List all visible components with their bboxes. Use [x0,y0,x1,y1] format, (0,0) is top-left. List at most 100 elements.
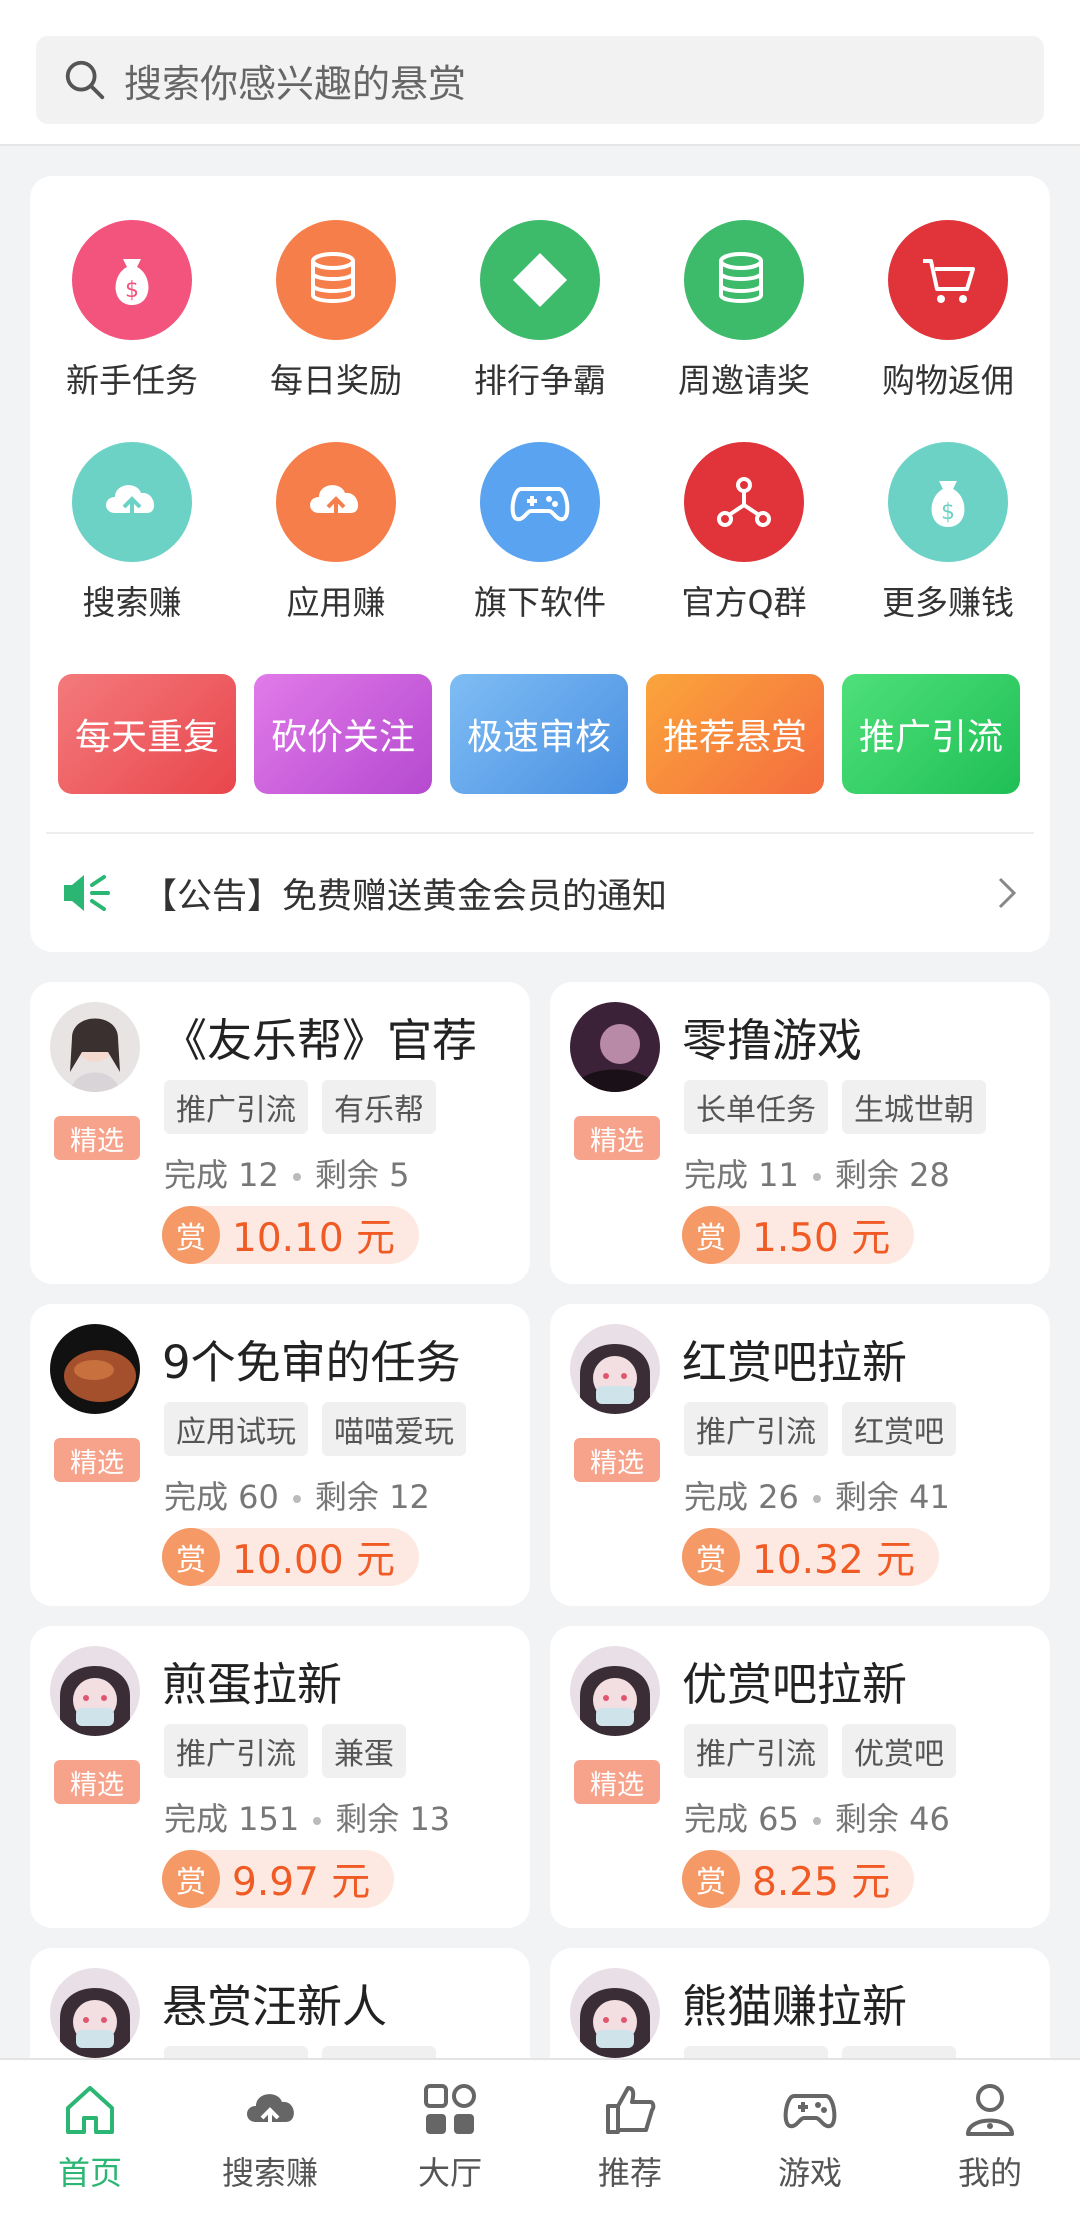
task-title: 熊猫赚拉新 [682,1980,908,2033]
task-stats: 完成 60 剩余 12 [164,1472,430,1518]
reward-amount: 10.00 元 [232,1538,396,1583]
task-tag: 推广引流 [164,1724,308,1778]
task-tags: 长单任务 生城世朝 [684,1080,1000,1134]
grid-item-more-earn[interactable]: $ 更多赚钱 [846,442,1050,642]
pill-daily-repeat[interactable]: 每天重复 [58,674,236,794]
reward-label: 赏 [682,1850,740,1908]
announcement-text: 【公告】免费赠送黄金会员的通知 [142,876,668,917]
task-card[interactable]: 精选 《友乐帮》官荐 推广引流 有乐帮 完成 12 剩余 5 赏 10.10 元 [30,982,530,1284]
reward-amount: 10.10 元 [232,1216,396,1261]
reward-tag: 赏 9.97 元 [162,1850,395,1908]
money-bag-icon: $ [888,442,1008,562]
apps-icon [424,2084,476,2134]
person-icon [966,2084,1014,2136]
avatar [50,1002,140,1092]
task-tags: 应用试玩 喵喵爱玩 [164,1402,480,1456]
reward-amount: 10.32 元 [752,1538,916,1583]
grid-item-weekly-invite[interactable]: 周邀请奖 [642,220,846,420]
task-stats: 完成 65 剩余 46 [684,1794,950,1840]
reward-tag: 赏 10.32 元 [682,1528,940,1586]
remaining-count: 剩余 13 [335,1800,451,1838]
cloud-upload-icon [276,442,396,562]
nav-hall[interactable]: 大厅 [360,2060,540,2232]
task-tags: 推广引流 红赏吧 [684,1402,970,1456]
nav-games[interactable]: 游戏 [720,2060,900,2232]
featured-badge: 精选 [54,1438,140,1482]
speaker-icon [64,875,110,911]
nav-recommend[interactable]: 推荐 [540,2060,720,2232]
task-tag: 推广引流 [684,1724,828,1778]
remaining-count: 剩余 5 [314,1156,410,1194]
pill-bargain[interactable]: 砍价关注 [254,674,432,794]
reward-label: 赏 [162,1206,220,1264]
bottom-nav: 首页 搜索赚 大厅 推荐 游戏 我的 [0,2058,1080,2232]
diamond-icon [480,220,600,340]
search-input[interactable]: 搜索你感兴趣的悬赏 [36,36,1044,124]
announcement-bar[interactable]: 【公告】免费赠送黄金会员的通知 [30,834,1050,952]
task-card[interactable]: 精选 煎蛋拉新 推广引流 兼蛋 完成 151 剩余 13 赏 9.97 元 [30,1626,530,1928]
task-card[interactable]: 精选 9个免审的任务 应用试玩 喵喵爱玩 完成 60 剩余 12 赏 10.00 元 [30,1304,530,1606]
reward-amount: 1.50 元 [752,1216,891,1261]
task-tag: 兼蛋 [322,1724,406,1778]
task-tag: 有乐帮 [322,1080,436,1134]
task-tag: 优赏吧 [842,1724,956,1778]
gamepad-icon [783,2094,837,2129]
category-pills: 每天重复 砍价关注 极速审核 推荐悬赏 推广引流 [58,674,1028,794]
grid-item-daily-reward[interactable]: 每日奖励 [234,220,438,420]
done-count: 完成 11 [684,1156,799,1194]
cart-icon [888,220,1008,340]
task-stats: 完成 12 剩余 5 [164,1150,409,1196]
task-stats: 完成 11 剩余 28 [684,1150,950,1196]
featured-badge: 精选 [54,1760,140,1804]
task-card[interactable]: 精选 零撸游戏 长单任务 生城世朝 完成 11 剩余 28 赏 1.50 元 [550,982,1050,1284]
grid-item-shopping[interactable]: 购物返佣 [846,220,1050,420]
task-tags: 推广引流 优赏吧 [684,1724,970,1778]
grid-item-newbie[interactable]: $ 新手任务 [30,220,234,420]
nav-home[interactable]: 首页 [0,2060,180,2232]
nav-label: 大厅 [417,2154,482,2192]
grid-label: 官方Q群 [681,583,807,622]
done-count: 完成 60 [164,1478,279,1516]
reward-amount: 8.25 元 [752,1860,891,1905]
task-card[interactable]: 精选 优赏吧拉新 推广引流 优赏吧 完成 65 剩余 46 赏 8.25 元 [550,1626,1050,1928]
done-count: 完成 12 [164,1156,279,1194]
pill-recommended[interactable]: 推荐悬赏 [646,674,824,794]
avatar [50,1324,140,1414]
coins-stack-icon [276,220,396,340]
task-title: 悬赏汪新人 [162,1980,388,2033]
avatar [50,1968,140,2058]
reward-tag: 赏 10.10 元 [162,1206,420,1264]
grid-label: 应用赚 [286,583,386,622]
task-title: 优赏吧拉新 [682,1658,908,1711]
grid-label: 周邀请奖 [678,361,810,400]
feature-grid-row-1: $ 新手任务 每日奖励 排行争霸 周邀请奖 购物返佣 [30,220,1050,420]
grid-item-qq-group[interactable]: 官方Q群 [642,442,846,642]
grid-item-our-apps[interactable]: 旗下软件 [438,442,642,642]
grid-item-ranking[interactable]: 排行争霸 [438,220,642,420]
task-card[interactable]: 精选 红赏吧拉新 推广引流 红赏吧 完成 26 剩余 41 赏 10.32 元 [550,1304,1050,1606]
cloud-upload-icon [247,2094,294,2132]
grid-label: 购物返佣 [882,361,1014,400]
task-stats: 完成 26 剩余 41 [684,1472,950,1518]
task-tag: 生城世朝 [842,1080,986,1134]
avatar [570,1324,660,1414]
grid-item-search-earn[interactable]: 搜索赚 [30,442,234,642]
chevron-right-icon [998,877,1017,909]
task-title: 《友乐帮》官荐 [162,1014,478,1067]
feature-card: $ 新手任务 每日奖励 排行争霸 周邀请奖 购物返佣 搜索赚 应用赚 旗下软件 … [30,176,1050,952]
reward-label: 赏 [162,1528,220,1586]
grid-item-app-earn[interactable]: 应用赚 [234,442,438,642]
nav-label: 首页 [57,2154,122,2192]
nav-search-earn[interactable]: 搜索赚 [180,2060,360,2232]
remaining-count: 剩余 46 [834,1800,950,1838]
reward-tag: 赏 1.50 元 [682,1206,915,1264]
pill-fast-review[interactable]: 极速审核 [450,674,628,794]
money-bag-icon: $ [72,220,192,340]
reward-label: 赏 [682,1528,740,1586]
pill-promotion[interactable]: 推广引流 [842,674,1020,794]
avatar [570,1968,660,2058]
nav-mine[interactable]: 我的 [900,2060,1080,2232]
remaining-count: 剩余 12 [314,1478,430,1516]
reward-label: 赏 [682,1206,740,1264]
task-tags: 推广引流 兼蛋 [164,1724,420,1778]
